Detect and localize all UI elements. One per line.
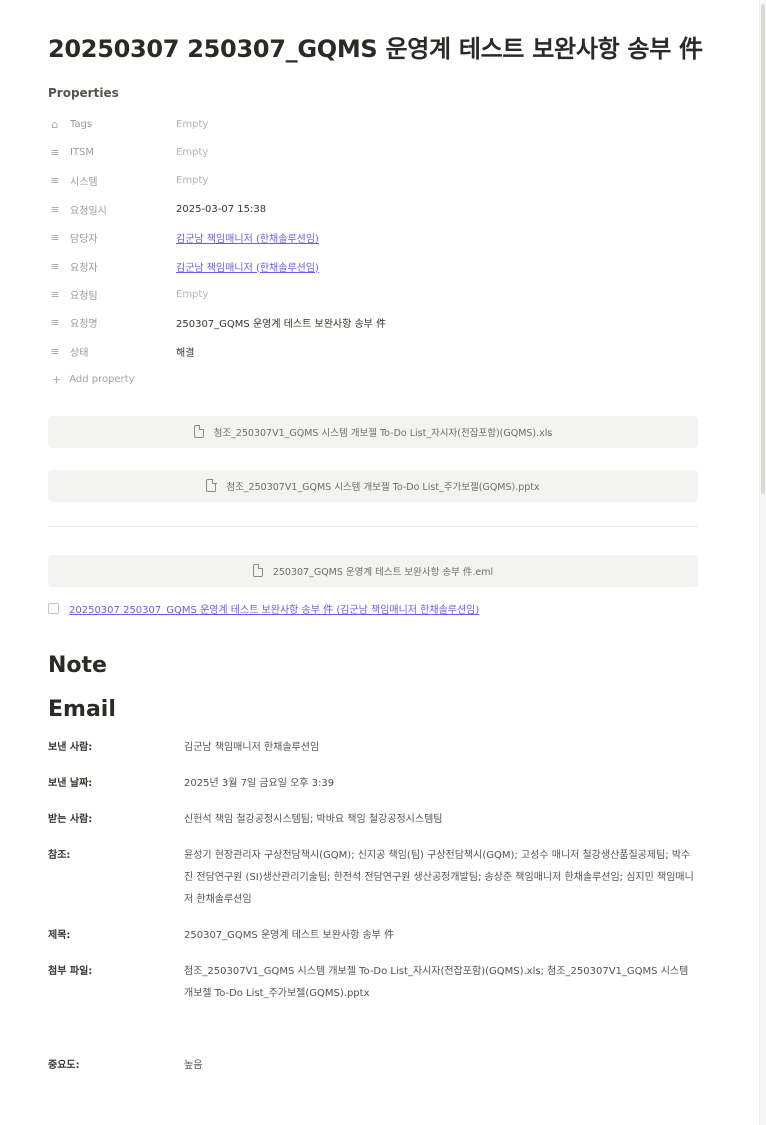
add-property-label: Add property [69,374,135,386]
list-icon: ≡ [50,316,60,330]
property-value: Empty [176,147,209,159]
email-fields: 보낸 사람: 김군남 책임매니저 한채솔루션임보낸 날짜: 2025년 3월 7일 … [48,737,698,1077]
email-heading: Email [48,696,116,722]
property-label: ITSM [70,147,95,159]
email-field-key: 보낸 날짜: [48,777,93,789]
email-field-key: 첨부 파일: [48,965,93,977]
mail-file[interactable]: 250307_GQMS 운영계 테스트 보완사항 송부 件.eml [48,554,698,587]
email-field-row: 제목: 250307_GQMS 운영계 테스트 보완사항 송부 件 [48,925,698,947]
property-name: ≡ 요청일시 [48,202,176,217]
property-row[interactable]: ⌂ Tags Empty [48,110,698,138]
property-row[interactable]: ≡ 요청자 김군남 책임매니저 (한채솔루션임) [48,252,698,280]
list-icon: ≡ [50,202,60,216]
list-icon: ≡ [50,146,60,160]
list-icon: ≡ [50,344,60,358]
mail-file-name: 250307_GQMS 운영계 테스트 보완사항 송부 件.eml [272,566,494,578]
add-property-button[interactable]: + Add property [48,366,698,394]
note-heading: Note [48,652,107,678]
email-field-key: 제목: [48,929,71,941]
scrollbar-thumb[interactable] [761,4,765,494]
property-value: Empty [176,118,209,130]
attachment-file-name: 첨조_250307V1_GQMS 시스템 개보젤 To-Do List_자시자(… [213,427,553,439]
email-field-row: 첨부 파일: 첨조_250307V1_GQMS 시스템 개보젤 To-Do Lis… [48,961,698,1005]
property-row[interactable]: ≡ 시스템 Empty [48,167,698,195]
file-icon [252,563,264,578]
property-name: ≡ 요청자 [48,259,176,274]
attachment-file-name: 첨조_250307V1_GQMS 시스템 개보젤 To-Do List_주가보젤… [226,481,540,493]
mail-link[interactable]: 20250307 250307_GQMS 운영계 테스트 보완사항 송부 件 (… [69,601,479,616]
mail-link-item: 20250307 250307_GQMS 운영계 테스트 보완사항 송부 件 (… [48,599,698,619]
email-field-row: 중요도: 높음 [48,1055,698,1077]
email-field-key: 보낸 사람: [48,741,93,753]
property-label: 요청팀 [70,291,98,303]
property-label: Tags [70,118,93,130]
email-field-key: 중요도: [48,1059,80,1071]
property-label: 시스템 [70,177,98,189]
property-value: 2025-03-07 15:38 [176,203,267,215]
page-content: 20250307 250307_GQMS 운영계 테스트 보완사항 송부 件 P… [48,0,703,1077]
property-name: ≡ ITSM [48,146,176,160]
email-field-key: 받는 사람: [48,813,93,825]
property-list: ⌂ Tags Empty ≡ ITSM Empty ≡ 시스템 Empty ≡ 요청일시 2025-0… [48,110,698,366]
property-name: ≡ 요청명 [48,315,176,330]
property-row[interactable]: ≡ ITSM Empty [48,138,698,166]
property-name: ≡ 상태 [48,344,176,359]
property-name: ≡ 담당자 [48,230,176,245]
email-field-value: 높음 [184,1059,203,1071]
list-icon: ≡ [50,259,60,273]
email-field-value: 신헌석 책임 철강공정시스템팀; 박바요 책임 철강공정시스템팀 [184,813,443,825]
property-row[interactable]: ≡ 요청명 250307_GQMS 운영계 테스트 보완사항 송부 件 [48,309,698,337]
mail-link-sender: (김군남 책임매니저 한채솔루션임) [336,605,480,617]
property-label: 상태 [70,347,89,359]
mail-link-title: 20250307 250307_GQMS 운영계 테스트 보완사항 송부 件 [69,605,334,617]
property-value: Empty [176,175,209,187]
property-value: Empty [176,289,209,301]
email-field-row: 받는 사람: 신헌석 책임 철강공정시스템팀; 박바요 책임 철강공정시스템팀 [48,809,698,831]
list-icon: ≡ [50,231,60,245]
property-label: 담당자 [70,234,98,246]
property-row[interactable]: ≡ 요청일시 2025-03-07 15:38 [48,195,698,223]
property-row[interactable]: ≡ 요청팀 Empty [48,280,698,308]
property-name: ≡ 시스템 [48,173,176,188]
property-value: 250307_GQMS 운영계 테스트 보완사항 송부 件 [176,319,387,331]
file-icon [193,424,205,439]
email-field-value: 250307_GQMS 운영계 테스트 보완사항 송부 件 [184,929,395,941]
divider [48,525,698,527]
property-row[interactable]: ≡ 담당자 김군남 책임매니저 (한채솔루션임) [48,224,698,252]
email-field-value: 첨조_250307V1_GQMS 시스템 개보젤 To-Do List_자시자(… [184,965,689,999]
attachment-file-2[interactable]: 첨조_250307V1_GQMS 시스템 개보젤 To-Do List_주가보젤… [48,469,698,502]
property-row[interactable]: ≡ 상태 해결 [48,337,698,365]
list-icon: ≡ [50,174,60,188]
email-field-value: 2025년 3월 7일 금요일 오후 3:39 [184,777,335,789]
email-field-row: 보낸 날짜: 2025년 3월 7일 금요일 오후 3:39 [48,773,698,795]
list-icon: ≡ [50,288,60,302]
email-field-value: 윤성기 현장관리자 구상전담책시(GQM); 신지공 책임(팀) 구상전담책시(… [184,849,694,905]
property-label: 요청일시 [70,205,107,217]
todo-checkbox[interactable] [48,603,59,615]
property-name: ⌂ Tags [48,117,176,131]
file-icon [206,478,217,493]
email-field-value: 김군남 책임매니저 한채솔루션임 [184,741,320,753]
property-name: ≡ 요청팀 [48,287,176,302]
property-label: 요청명 [70,319,98,331]
person-link[interactable]: 김군남 책임매니저 (한채솔루션임) [176,259,319,274]
attachment-file-1[interactable]: 첨조_250307V1_GQMS 시스템 개보젤 To-Do List_자시자(… [48,415,698,448]
email-field-key: 참조: [48,849,71,861]
person-link[interactable]: 김군남 책임매니저 (한채솔루션임) [176,230,319,245]
email-field-row: 참조: 윤성기 현장관리자 구상전담책시(GQM); 신지공 책임(팀) 구상전담… [48,845,698,911]
tag-icon: ⌂ [51,117,59,131]
page-title[interactable]: 20250307 250307_GQMS 운영계 테스트 보완사항 송부 件 [48,32,703,66]
properties-heading: Properties [48,86,119,100]
property-label: 요청자 [70,262,98,274]
property-value: 해결 [176,347,195,359]
email-field-row: 보낸 사람: 김군남 책임매니저 한채솔루션임 [48,737,698,759]
plus-icon: + [52,373,62,387]
